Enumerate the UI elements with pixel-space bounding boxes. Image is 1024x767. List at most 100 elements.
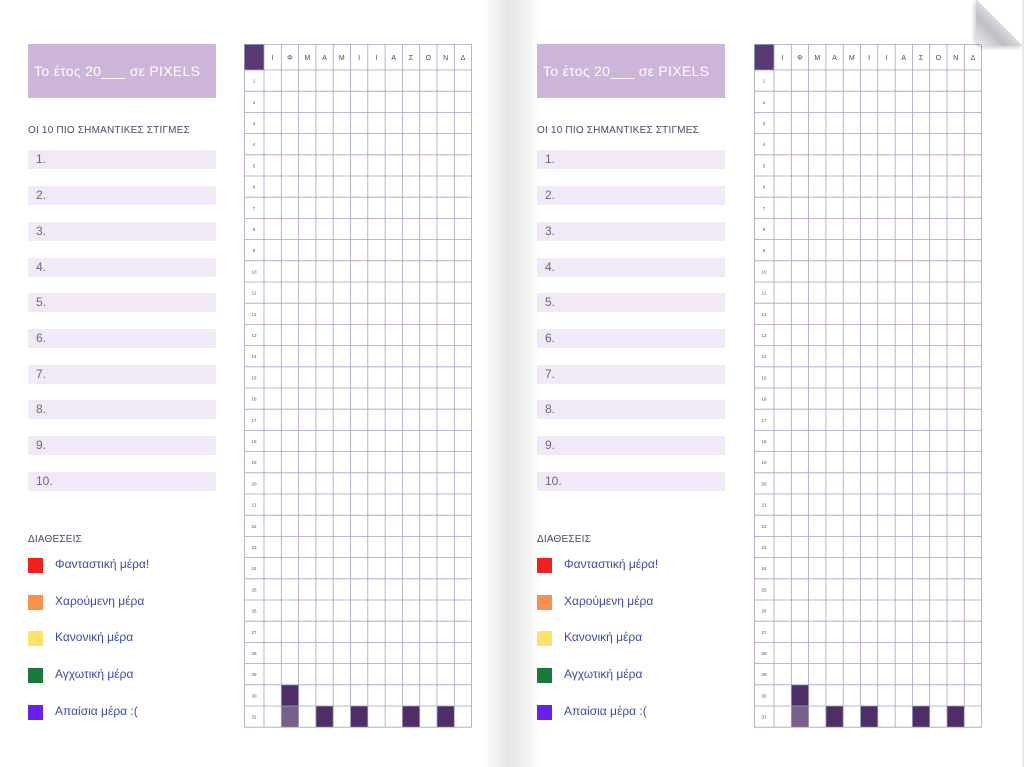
mood-legend-item: Απαίσια μέρα :( <box>28 704 228 722</box>
month-header-label: Ι <box>375 55 377 62</box>
moment-field-5[interactable]: 5. <box>28 293 216 312</box>
mood-label: Κανονική μέρα <box>564 630 643 644</box>
day-row-label: 1 <box>763 79 766 84</box>
moment-number: 2. <box>36 188 47 202</box>
moment-field-6[interactable]: 6. <box>28 329 216 348</box>
day-row-label: 20 <box>251 481 257 486</box>
filled-pixel-cell[interactable] <box>315 706 334 728</box>
mood-swatch-yellow <box>28 631 43 646</box>
day-row-label: 2 <box>763 100 766 105</box>
month-header-label: Δ <box>461 55 466 62</box>
moment-field-9[interactable]: 9. <box>28 436 216 455</box>
moment-field-10[interactable]: 10. <box>28 472 216 491</box>
filled-pixel-cell[interactable] <box>350 706 368 728</box>
day-row-label: 29 <box>761 672 767 677</box>
day-row-label: 13 <box>251 333 257 338</box>
day-row-label: 18 <box>761 439 767 444</box>
month-header-label: Σ <box>409 55 414 62</box>
month-header-label: Ν <box>953 55 958 62</box>
moment-number: 4. <box>545 260 556 274</box>
moment-field-9[interactable]: 9. <box>537 436 725 455</box>
right-page: Το έτος 20___ σε PIXELS ΟΙ 10 ΠΙΟ ΣΗΜΑΝΤ… <box>512 0 1022 767</box>
moment-number: 1. <box>36 152 47 166</box>
day-row-label: 19 <box>761 460 767 465</box>
filled-pixel-cell[interactable] <box>281 684 299 706</box>
moment-number: 5. <box>545 295 556 309</box>
mood-label: Χαρούμενη μέρα <box>564 594 654 608</box>
moment-field-2[interactable]: 2. <box>537 186 725 205</box>
day-row-label: 22 <box>761 524 767 529</box>
month-header-label: Μ <box>304 55 310 62</box>
month-header-label: Ι <box>272 55 274 62</box>
moment-field-6[interactable]: 6. <box>537 329 725 348</box>
day-row-label: 2 <box>253 100 256 105</box>
day-row-label: 26 <box>251 609 257 614</box>
day-row-label: 17 <box>251 418 257 423</box>
day-row-label: 30 <box>251 693 257 698</box>
moment-number: 7. <box>545 367 556 381</box>
filled-pixel-cell[interactable] <box>912 706 930 728</box>
filled-pixel-cell[interactable] <box>437 706 455 728</box>
mood-swatch-orange <box>28 595 43 610</box>
page-curl-corner[interactable] <box>976 0 1022 46</box>
moment-field-4[interactable]: 4. <box>537 258 725 277</box>
day-row-label: 23 <box>761 545 767 550</box>
moment-field-3[interactable]: 3. <box>28 222 216 241</box>
month-header-label: Α <box>391 55 396 62</box>
mood-legend-item: Χαρούμενη μέρα <box>537 594 737 612</box>
moment-field-10[interactable]: 10. <box>537 472 725 491</box>
filled-pixel-cell[interactable] <box>281 706 299 728</box>
day-row-label: 4 <box>763 142 766 147</box>
day-row-label: 29 <box>251 672 257 677</box>
filled-pixel-cell[interactable] <box>791 684 809 706</box>
moment-number: 5. <box>36 295 47 309</box>
filled-pixel-cell[interactable] <box>791 706 809 728</box>
pixel-grid: Ι Φ Μ Α Μ Ι Ι Α Σ Ο Ν Δ1234567891011121314151617181… <box>754 44 982 728</box>
moment-number: 8. <box>36 402 47 416</box>
month-header-label: Ν <box>443 55 448 62</box>
moment-field-4[interactable]: 4. <box>28 258 216 277</box>
mood-legend-item: Κανονική μέρα <box>28 630 228 648</box>
grid-corner-cell <box>244 44 264 70</box>
gutter-shadow <box>512 0 540 767</box>
mood-swatch-green <box>28 668 43 683</box>
day-row-label: 24 <box>251 566 257 571</box>
day-row-label: 25 <box>761 587 767 592</box>
moment-number: 10. <box>545 474 562 488</box>
day-row-label: 17 <box>761 418 767 423</box>
page-title: Το έτος 20___ σε PIXELS <box>543 63 710 79</box>
moment-number: 3. <box>36 224 47 238</box>
day-row-label: 8 <box>763 227 766 232</box>
mood-legend-item: Φανταστική μέρα! <box>28 557 228 575</box>
moment-field-8[interactable]: 8. <box>28 400 216 419</box>
day-row-label: 27 <box>761 630 767 635</box>
day-row-label: 21 <box>761 503 767 508</box>
mood-label: Κανονική μέρα <box>55 630 134 644</box>
left-page: Το έτος 20___ σε PIXELS ΟΙ 10 ΠΙΟ ΣΗΜΑΝΤ… <box>0 0 510 767</box>
moment-field-7[interactable]: 7. <box>28 365 216 384</box>
mood-label: Αγχωτική μέρα <box>55 667 134 681</box>
filled-pixel-cell[interactable] <box>947 706 965 728</box>
moment-field-2[interactable]: 2. <box>28 186 216 205</box>
moment-field-7[interactable]: 7. <box>537 365 725 384</box>
filled-pixel-cell[interactable] <box>402 706 420 728</box>
moment-field-8[interactable]: 8. <box>537 400 725 419</box>
moment-field-1[interactable]: 1. <box>28 150 216 169</box>
filled-pixel-cell[interactable] <box>860 706 878 728</box>
moods-heading: ΔΙΑΘΕΣΕΙΣ <box>28 534 82 545</box>
day-row-label: 6 <box>253 185 256 190</box>
day-row-label: 19 <box>251 460 257 465</box>
moment-field-3[interactable]: 3. <box>537 222 725 241</box>
day-row-label: 14 <box>761 354 767 359</box>
month-header-label: Ο <box>426 55 432 62</box>
day-row-label: 23 <box>251 545 257 550</box>
day-row-label: 28 <box>251 651 257 656</box>
day-row-label: 8 <box>253 227 256 232</box>
filled-pixel-cell[interactable] <box>825 706 844 728</box>
moment-field-1[interactable]: 1. <box>537 150 725 169</box>
mood-label: Φανταστική μέρα! <box>564 557 659 571</box>
moment-number: 9. <box>36 438 47 452</box>
page-title: Το έτος 20___ σε PIXELS <box>34 63 201 79</box>
day-row-label: 31 <box>761 715 767 720</box>
moment-field-5[interactable]: 5. <box>537 293 725 312</box>
